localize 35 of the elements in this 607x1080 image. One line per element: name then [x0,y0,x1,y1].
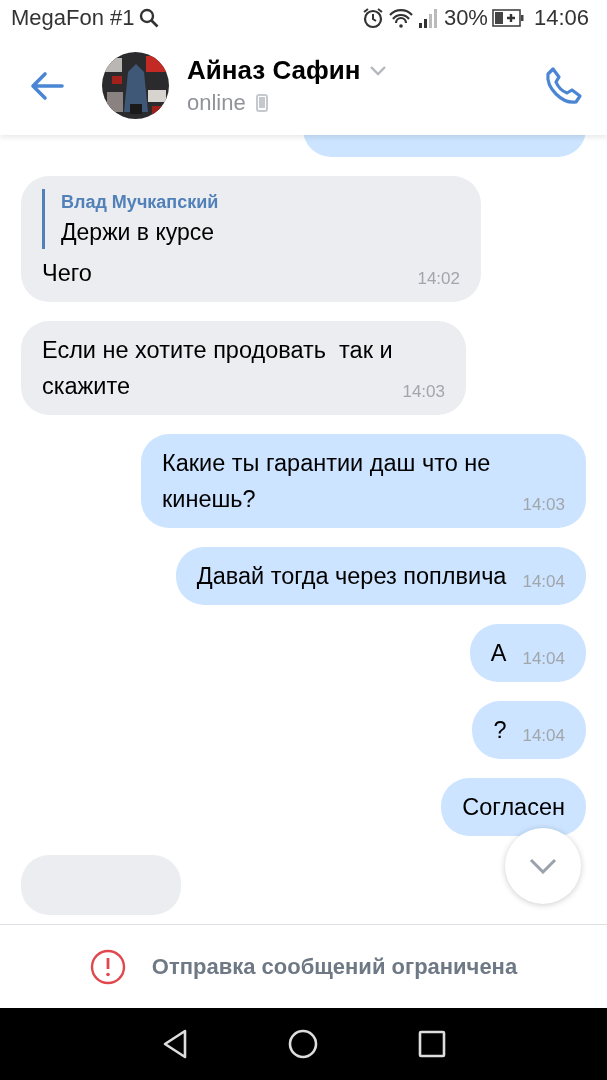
search-icon [138,8,159,28]
home-nav-button[interactable] [287,1029,318,1059]
online-status: online [187,90,246,116]
chevron-down-icon [529,858,557,874]
call-button[interactable] [543,65,583,106]
battery-icon [491,9,524,27]
message-time: 14:04 [522,725,565,747]
phone-icon [255,94,268,112]
reply-text: Держи в курсе [61,218,216,247]
recents-nav-button[interactable] [417,1030,446,1058]
back-button[interactable] [30,70,64,101]
signal-icon [417,8,440,28]
restriction-notice: Отправка сообщений ограничена [151,953,518,980]
reply-author: Влад Мучкапский [61,191,220,214]
message-text: Давай тогда через поплвича [196,563,507,589]
carrier-name: MegaFon #1 [11,5,135,31]
message-text: Чего [42,260,92,286]
message-time: 14:04 [522,648,565,670]
message-time: 14:02 [417,268,460,290]
message-text: Если не хотите продовать так и скажите [42,337,394,399]
contact-name: Айназ Сафин [187,55,361,86]
battery-percent: 30% [443,5,488,31]
message-text: ? [493,717,507,743]
alarm-icon [361,7,384,29]
message-time: 14:04 [522,571,565,593]
message-time: 14:03 [402,381,445,403]
message-text: Согласен [462,794,565,820]
message-text: А [490,640,507,666]
chevron-down-icon[interactable] [370,65,387,76]
warning-icon [89,948,126,985]
wifi-icon [387,8,414,28]
clock-time: 14:06 [533,5,589,31]
back-nav-button[interactable] [161,1029,188,1059]
message-time: 14:03 [522,494,565,516]
message-text: Какие ты гарантии даш что не кинешь? [162,450,492,512]
